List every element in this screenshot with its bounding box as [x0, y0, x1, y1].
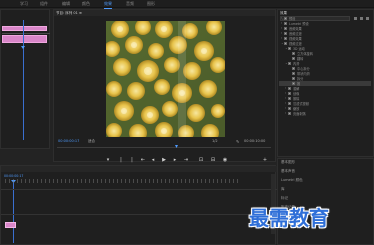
workspace-tab-learning[interactable]: 学习 [20, 1, 28, 7]
panel-item-lumetri-color[interactable]: Lumetri 颜色 [281, 178, 303, 183]
panel-item-essential-graphics[interactable]: 基本图形 [281, 160, 295, 165]
program-monitor-tab[interactable]: 节目: 序列 01 ≡ [54, 10, 275, 16]
timeline-ruler[interactable] [5, 179, 241, 183]
track-divider [1, 214, 277, 215]
clip-bar[interactable] [2, 26, 47, 31]
go-to-in-icon[interactable]: ⇤ [140, 157, 146, 163]
fit-dropdown[interactable]: 适合 [88, 139, 95, 144]
app-window: 学习 组件 编辑 颜色 效果 音频 图形 节目: 序列 01 ≡ 00:00:0… [0, 0, 374, 245]
timeline-playhead-line [13, 183, 14, 243]
panel-item-essential-sound[interactable]: 基本声音 [281, 169, 295, 174]
workspace-tab-graphics[interactable]: 图形 [147, 1, 155, 7]
workspace-tab-audio[interactable]: 音频 [126, 1, 134, 7]
mark-in-icon[interactable]: | [118, 157, 124, 163]
lift-icon[interactable]: ⊡ [198, 157, 204, 163]
wrench-icon[interactable]: ✎ [236, 139, 240, 144]
source-track-panel [0, 9, 50, 149]
go-to-out-icon[interactable]: ⇥ [183, 157, 189, 163]
workspace-tab-editing[interactable]: 编辑 [62, 1, 70, 7]
timeline-panel: 00:00:00:17 [0, 165, 277, 245]
playhead-line [23, 20, 24, 140]
rose-image [106, 21, 225, 137]
video-frame [106, 21, 225, 137]
duration-timecode: 00:00:10:00 [244, 139, 266, 143]
step-forward-icon[interactable]: ▸ [172, 157, 178, 163]
extract-icon[interactable]: ⊟ [210, 157, 216, 163]
track-divider [1, 189, 277, 190]
clip-bar[interactable] [2, 35, 47, 43]
timeline-clip[interactable] [5, 222, 16, 228]
export-frame-icon[interactable]: ◉ [222, 157, 228, 163]
marker-icon[interactable]: ▾ [105, 157, 111, 163]
scrub-bar[interactable] [57, 147, 271, 148]
workspace-tab-effects[interactable]: 效果 [104, 1, 112, 9]
play-icon[interactable]: ▶ [161, 157, 167, 163]
add-button-icon[interactable]: + [262, 157, 268, 163]
divider [2, 33, 50, 34]
mark-out-icon[interactable]: | [129, 157, 135, 163]
panel-item-markers[interactable]: 标记 [281, 196, 288, 201]
watermark-text: 最需教育 [249, 206, 329, 230]
quality-dropdown[interactable]: 1/2 [212, 139, 218, 143]
workspace-tab-assembly[interactable]: 组件 [40, 1, 48, 7]
timeline-header [1, 166, 277, 172]
step-back-icon[interactable]: ◂ [150, 157, 156, 163]
playhead-marker-icon[interactable] [21, 46, 25, 49]
effects-tree: › 预设 › Lumetri 预设 › 音频效果 › 音频过渡 › 视频效果 ⌄ 视频过渡 … [279, 16, 371, 116]
program-timecode[interactable]: 00:00:00:17 [58, 139, 79, 143]
workspace-tab-color[interactable]: 颜色 [82, 1, 90, 7]
panel-item-libraries[interactable]: 库 [281, 187, 285, 192]
timeline-timecode[interactable]: 00:00:00:17 [4, 174, 23, 178]
workspace-bar: 学习 组件 编辑 颜色 效果 音频 图形 [0, 0, 374, 9]
tree-item-page-peel[interactable]: › 页面剥落 [279, 111, 371, 116]
